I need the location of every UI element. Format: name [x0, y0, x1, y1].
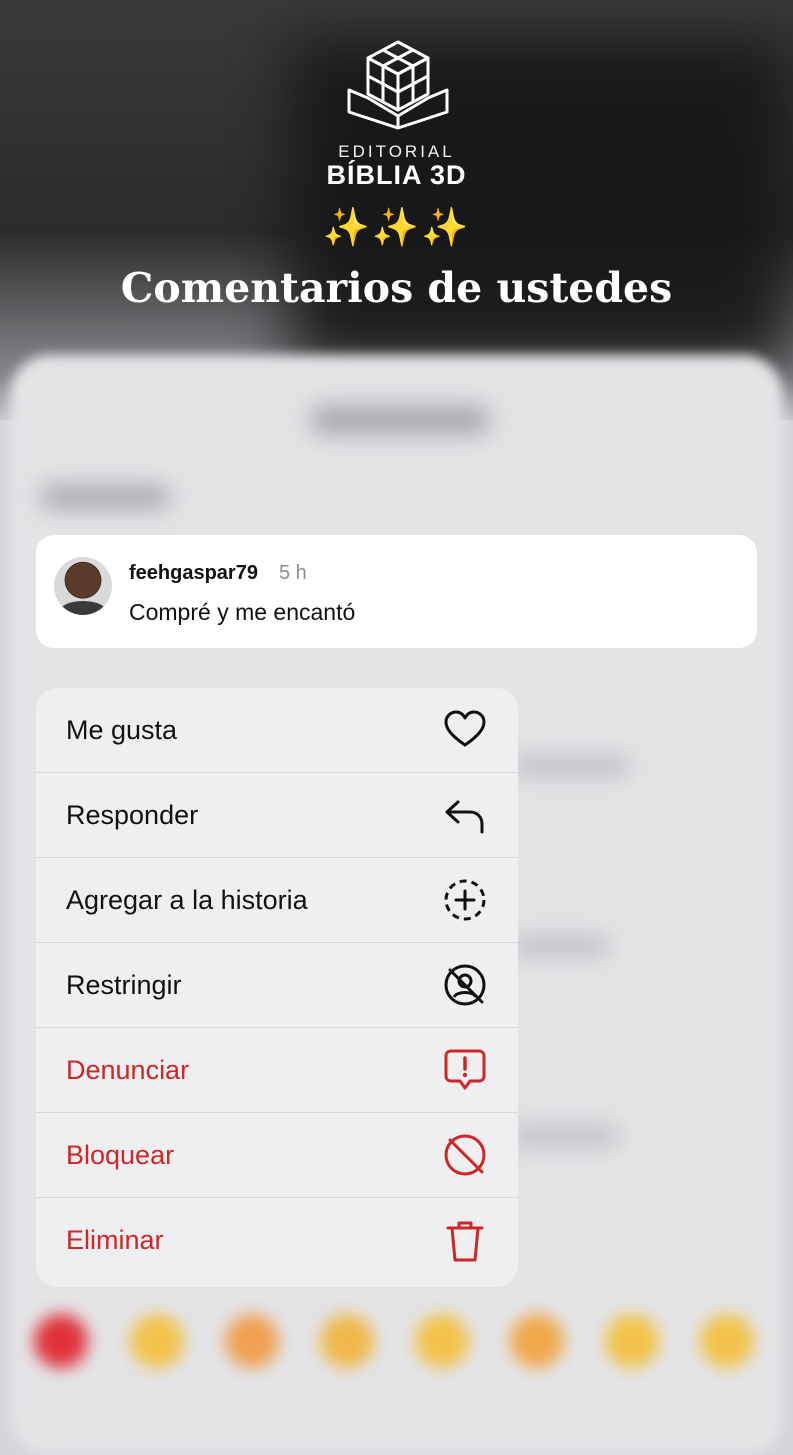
menu-item-label: Me gusta	[66, 714, 178, 745]
block-icon	[442, 1132, 488, 1178]
menu-item-label: Eliminar	[66, 1225, 164, 1255]
heart-icon	[442, 707, 488, 753]
comment-card[interactable]: feehgaspar79 5 h Compré y me encantó	[36, 535, 757, 648]
comment-context-menu: Me gusta Responder Agregar a la historia…	[36, 688, 518, 1287]
menu-item-block[interactable]: Bloquear	[36, 1113, 518, 1198]
add-story-icon	[442, 877, 488, 923]
sparkles-emoji: ✨✨✨	[322, 207, 471, 249]
report-icon	[442, 1047, 488, 1093]
restrict-icon	[442, 962, 488, 1008]
comment-username[interactable]: feehgaspar79	[129, 562, 258, 585]
menu-item-add-to-story[interactable]: Agregar a la historia	[36, 858, 518, 943]
menu-item-like[interactable]: Me gusta	[36, 688, 518, 773]
menu-item-label: Restringir	[66, 969, 182, 1000]
menu-item-label: Denunciar	[66, 1054, 190, 1085]
page-headline: Comentarios de ustedes	[120, 264, 673, 312]
menu-item-reply[interactable]: Responder	[36, 773, 518, 858]
menu-item-restrict[interactable]: Restringir	[36, 943, 518, 1028]
reply-icon	[442, 792, 488, 838]
comment-text: Compré y me encantó	[129, 599, 356, 625]
comment-timestamp: 5 h	[279, 562, 307, 584]
bible-3d-logo	[347, 40, 449, 130]
trash-icon	[442, 1218, 488, 1264]
emoji-reaction-row	[0, 1300, 793, 1380]
menu-item-label: Responder	[66, 799, 199, 830]
avatar[interactable]	[54, 557, 112, 615]
brand-editorial-text: EDITORIAL	[338, 142, 455, 161]
brand-name-text: BÍBLIA 3D	[326, 160, 467, 190]
menu-item-report[interactable]: Denunciar	[36, 1028, 518, 1113]
menu-item-label: Bloquear	[66, 1139, 175, 1170]
menu-item-delete[interactable]: Eliminar	[36, 1198, 518, 1283]
menu-item-label: Agregar a la historia	[66, 884, 308, 915]
